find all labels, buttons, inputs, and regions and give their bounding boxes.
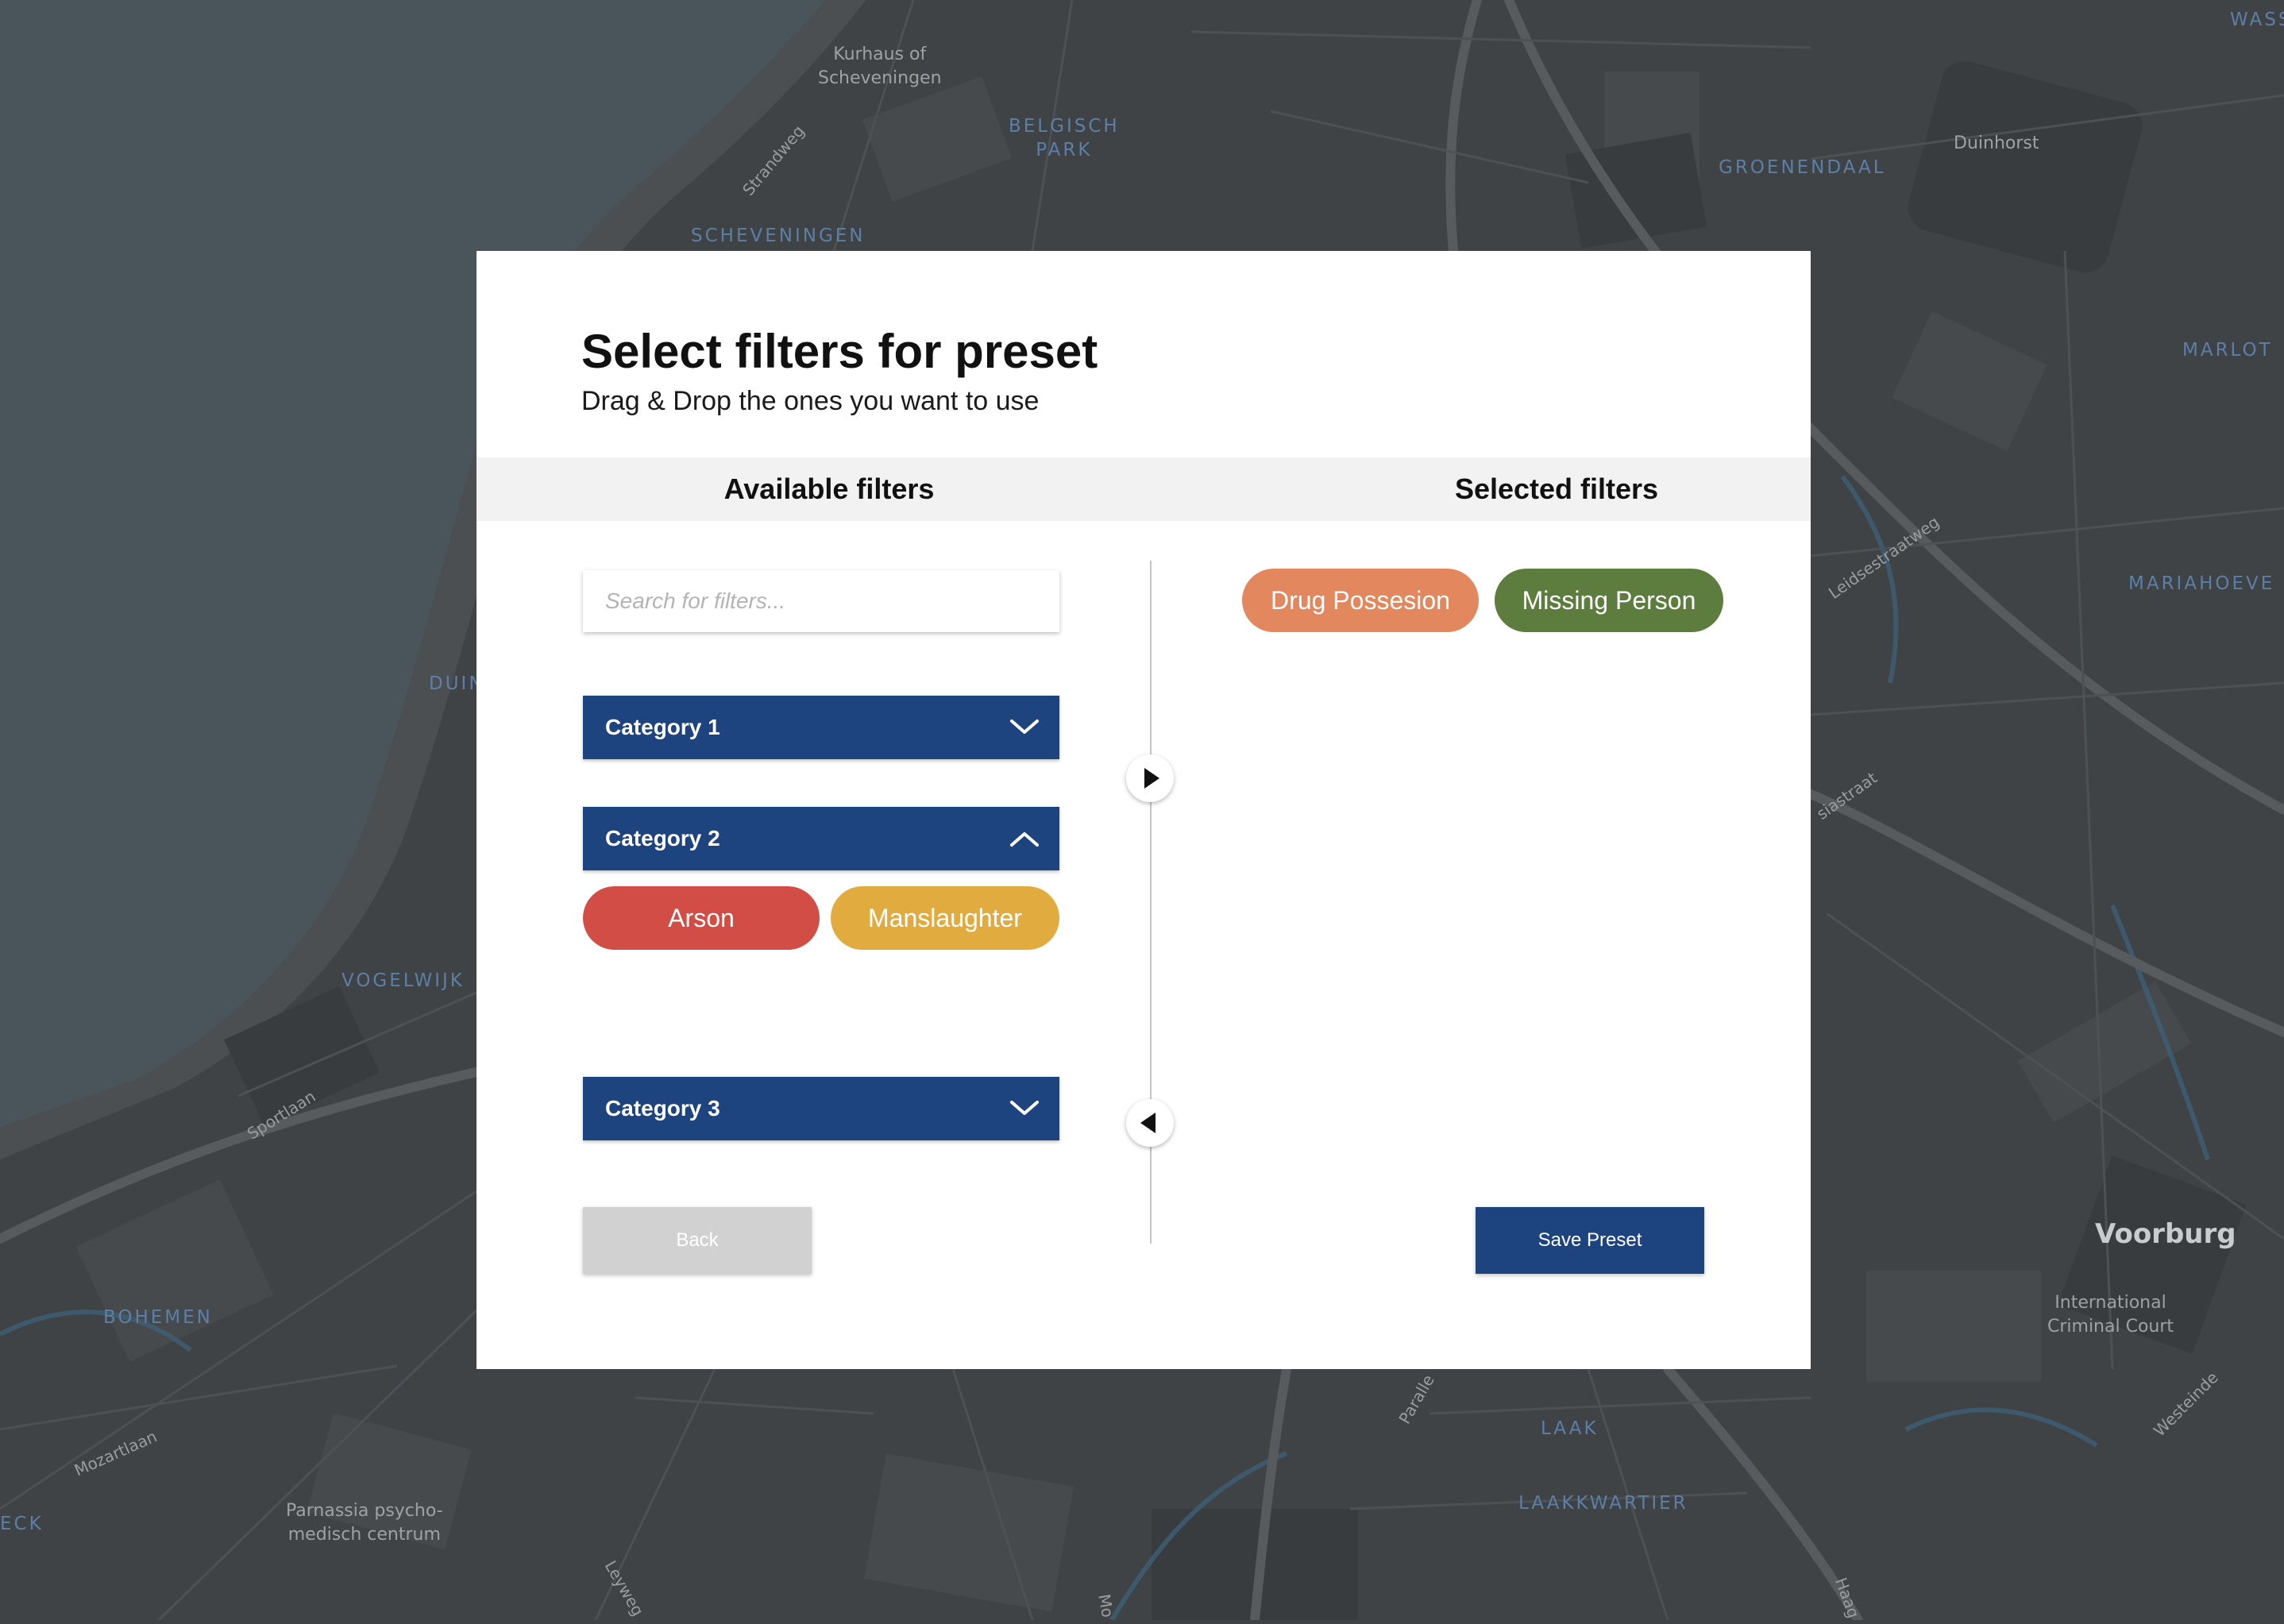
column-header-bar: Available filters Selected filters [476,457,1811,521]
category-2-label: Category 2 [605,826,720,851]
search-filters-input[interactable] [583,570,1059,632]
chevron-up-icon [1010,832,1039,847]
category-2-accordion[interactable]: Category 2 [583,807,1059,870]
selected-chip-drug-possesion[interactable]: Drug Possesion [1242,569,1479,632]
back-button[interactable]: Back [583,1207,812,1274]
dialog-title: Select filters for preset [581,325,1098,378]
selected-chip-missing-person[interactable]: Missing Person [1495,569,1723,632]
preset-filter-dialog: Select filters for preset Drag & Drop th… [476,251,1811,1369]
filter-chip-arson[interactable]: Arson [583,886,820,950]
triangle-right-icon [1144,768,1159,789]
category-1-accordion[interactable]: Category 1 [583,696,1059,759]
category-1-label: Category 1 [605,715,720,739]
dialog-subtitle: Drag & Drop the ones you want to use [581,386,1040,416]
chevron-down-icon [1010,1101,1039,1115]
save-preset-button[interactable]: Save Preset [1476,1207,1704,1274]
category-3-accordion[interactable]: Category 3 [583,1077,1059,1140]
selected-filters-title: Selected filters [1454,473,1659,505]
move-to-selected-button[interactable] [1126,754,1174,802]
filter-chip-manslaughter[interactable]: Manslaughter [831,886,1059,950]
move-to-available-button[interactable] [1126,1099,1174,1147]
chevron-down-icon [1010,719,1039,734]
category-3-label: Category 3 [605,1096,720,1121]
triangle-left-icon [1140,1113,1156,1133]
available-filters-title: Available filters [723,473,935,505]
